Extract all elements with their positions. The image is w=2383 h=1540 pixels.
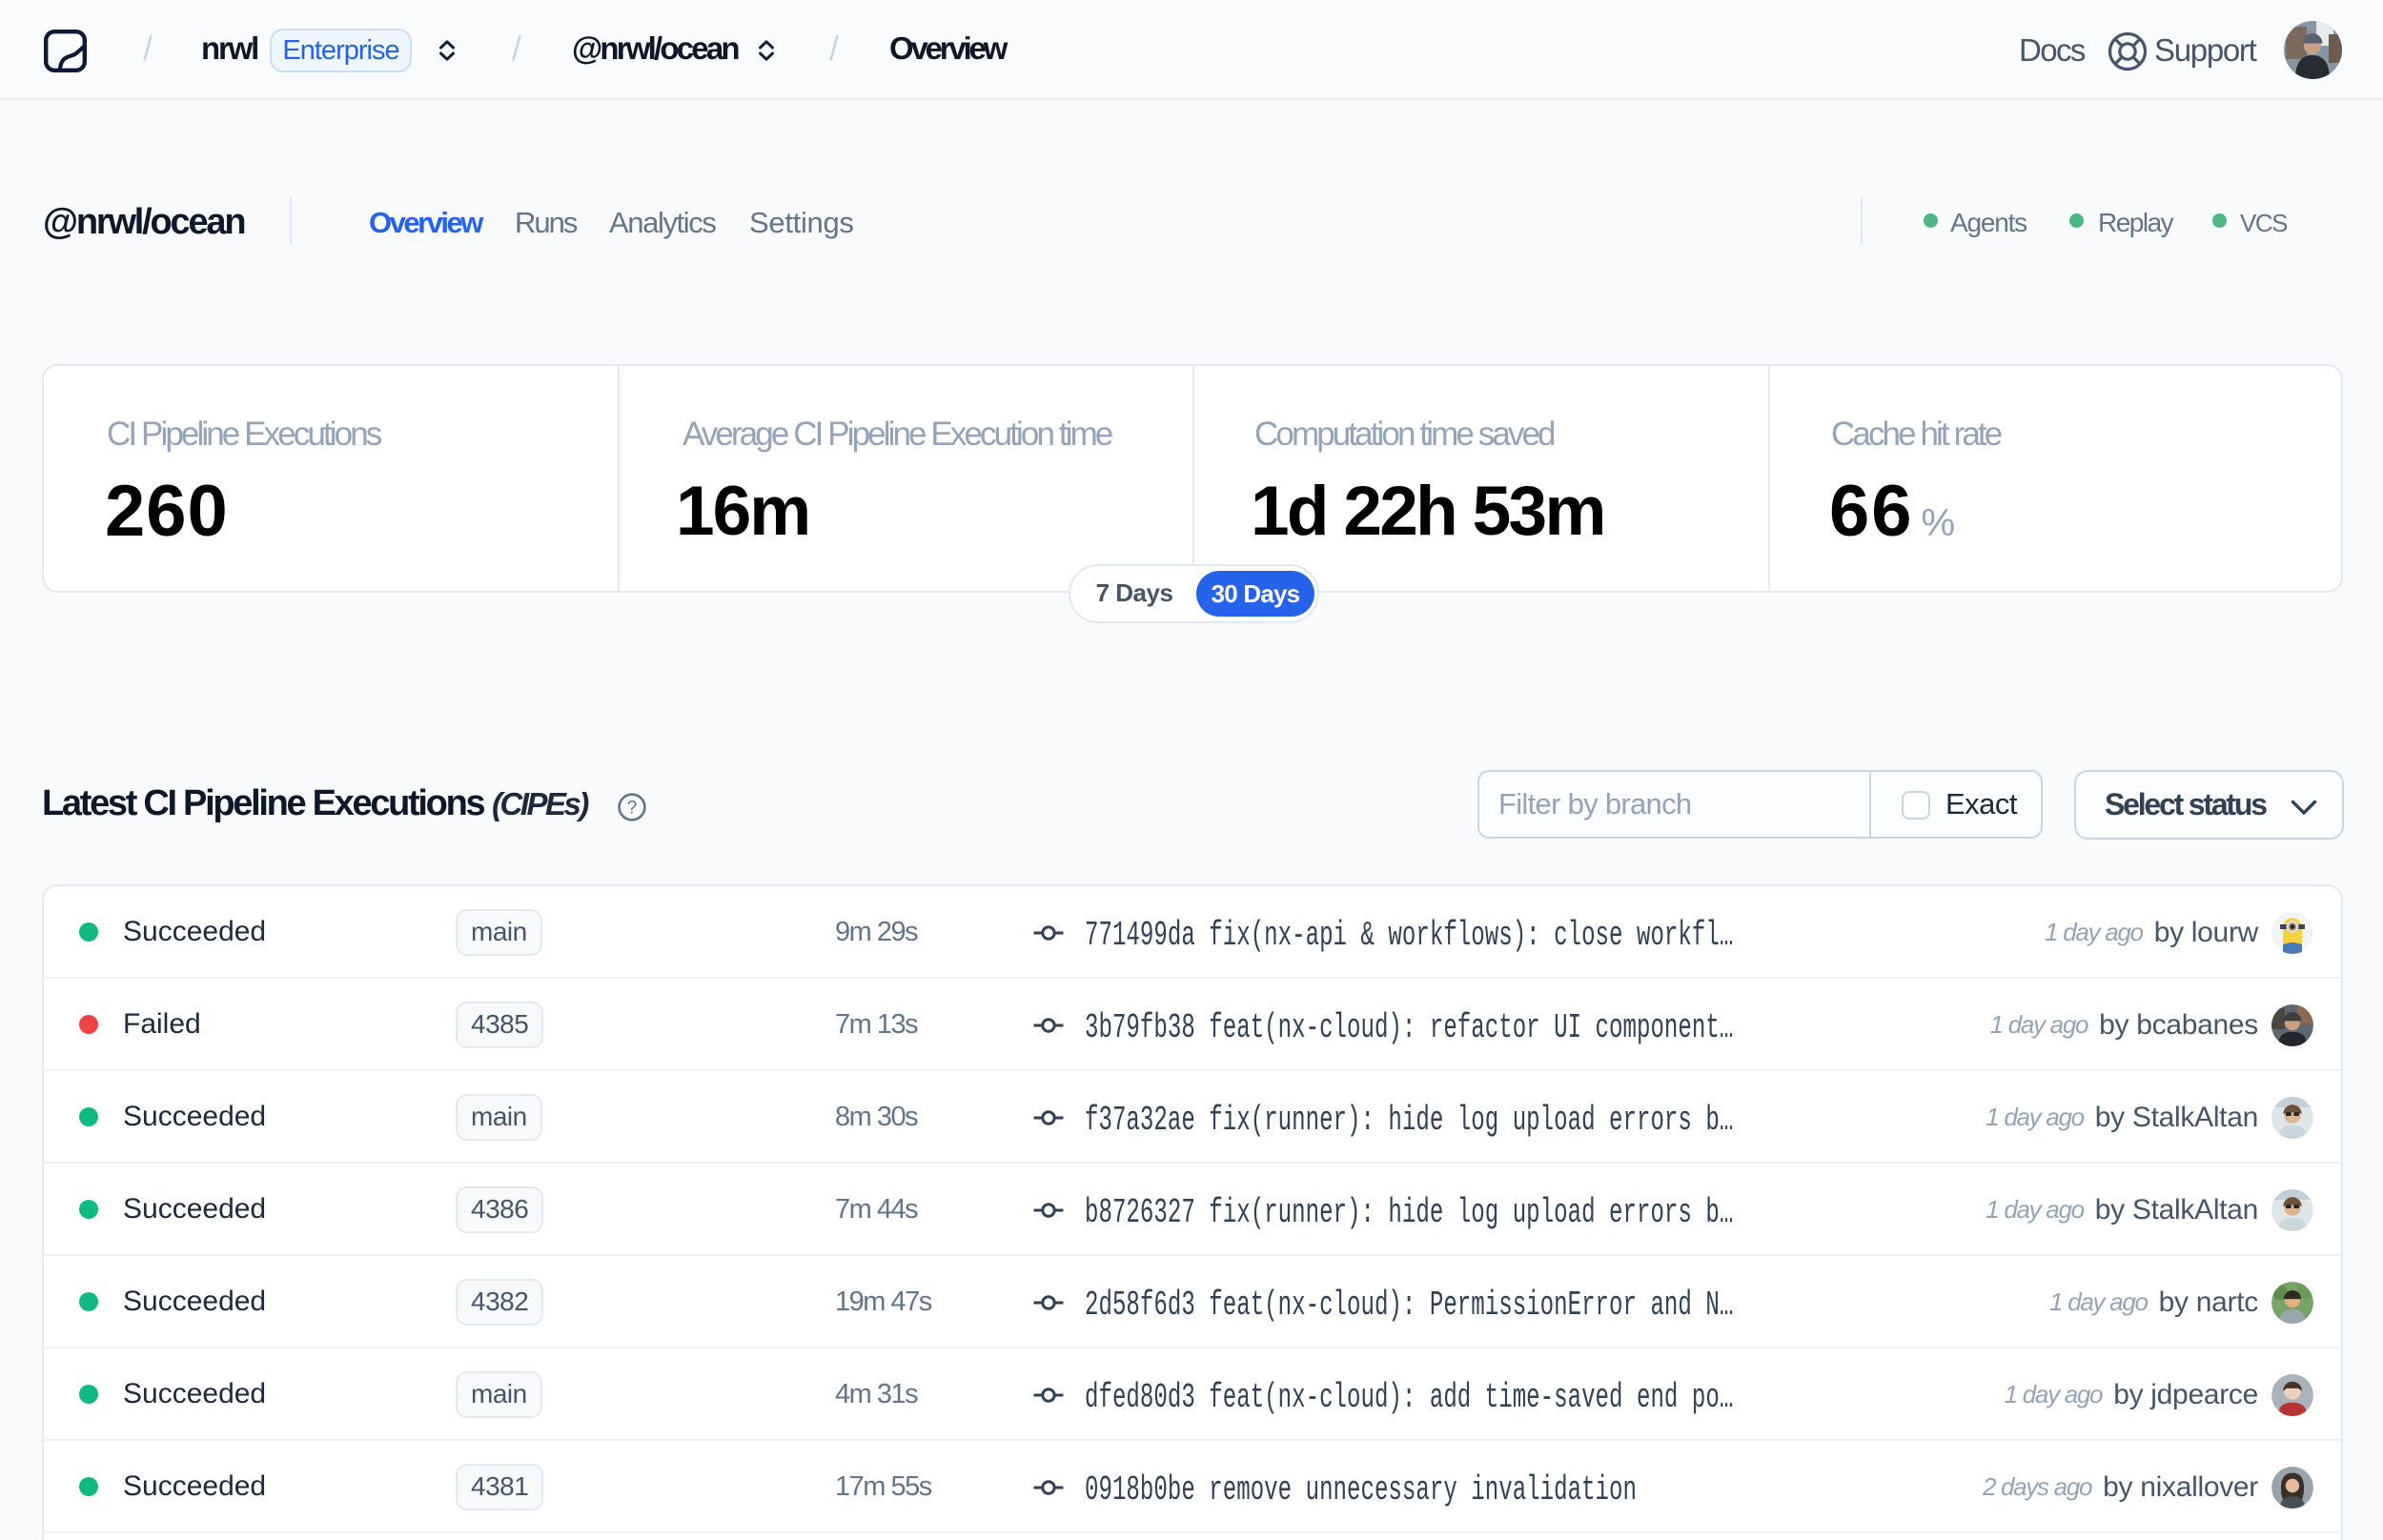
svg-text:?: ?	[627, 799, 638, 819]
